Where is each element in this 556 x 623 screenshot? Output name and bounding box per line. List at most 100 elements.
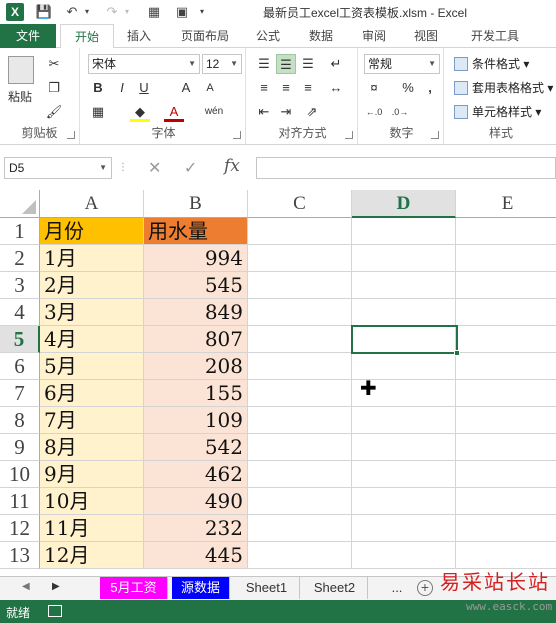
name-box[interactable]: D5 ▼ — [4, 157, 112, 179]
row-header-4[interactable]: 4 — [0, 299, 40, 326]
row-header-7[interactable]: 7 — [0, 380, 40, 407]
empty-cell[interactable] — [352, 461, 456, 488]
increase-indent-icon[interactable]: ⇥ — [276, 102, 296, 122]
cell-styles-button[interactable]: 单元格样式 ▾ — [452, 102, 541, 122]
phonetic-button[interactable]: wén — [204, 102, 224, 122]
empty-cell[interactable] — [248, 515, 352, 542]
wrap-text-icon[interactable]: ↵ — [326, 54, 346, 74]
comma-button[interactable]: , — [420, 78, 440, 98]
number-launcher-icon[interactable] — [431, 131, 439, 139]
merge-center-icon[interactable]: ↔ — [326, 78, 346, 98]
empty-cell[interactable] — [352, 245, 456, 272]
conditional-format-button[interactable]: 条件格式 ▾ — [452, 54, 529, 74]
formula-input[interactable] — [256, 157, 556, 179]
font-color-button[interactable]: A — [164, 102, 184, 122]
water-usage-cell[interactable]: 109 — [144, 407, 248, 434]
row-header-9[interactable]: 9 — [0, 434, 40, 461]
enter-icon[interactable]: ✓ — [184, 160, 197, 177]
more-sheets-button[interactable]: ... — [384, 577, 410, 599]
empty-cell[interactable] — [456, 542, 556, 569]
row-header-5[interactable]: 5 — [0, 326, 40, 353]
empty-cell[interactable] — [456, 488, 556, 515]
month-cell[interactable]: 9月 — [40, 461, 144, 488]
empty-cell[interactable] — [456, 434, 556, 461]
water-usage-cell[interactable]: 232 — [144, 515, 248, 542]
align-middle-icon[interactable]: ☰ — [276, 54, 296, 74]
sheet-nav-next-icon[interactable]: ▶ — [52, 581, 60, 592]
percent-button[interactable]: % — [398, 78, 418, 98]
select-all-button[interactable] — [0, 190, 40, 218]
empty-cell[interactable] — [456, 299, 556, 326]
accounting-format-icon[interactable]: ¤ — [364, 78, 384, 98]
water-usage-cell[interactable]: 445 — [144, 542, 248, 569]
font-launcher-icon[interactable] — [233, 131, 241, 139]
row-header-6[interactable]: 6 — [0, 353, 40, 380]
empty-cell[interactable] — [248, 461, 352, 488]
empty-cell[interactable] — [248, 542, 352, 569]
tab-insert[interactable]: 插入 — [116, 24, 162, 48]
row-header-13[interactable]: 13 — [0, 542, 40, 569]
italic-button[interactable]: I — [112, 78, 132, 98]
empty-cell[interactable] — [248, 245, 352, 272]
month-cell[interactable]: 6月 — [40, 380, 144, 407]
align-left-icon[interactable]: ≡ — [254, 78, 274, 98]
row-header-1[interactable]: 1 — [0, 218, 40, 245]
empty-cell[interactable] — [456, 245, 556, 272]
cancel-icon[interactable]: ✕ — [148, 160, 161, 177]
month-cell[interactable]: 5月 — [40, 353, 144, 380]
month-cell[interactable]: 8月 — [40, 434, 144, 461]
water-usage-cell[interactable]: 208 — [144, 353, 248, 380]
row-header-11[interactable]: 11 — [0, 488, 40, 515]
align-center-icon[interactable]: ≡ — [276, 78, 296, 98]
empty-cell[interactable] — [456, 515, 556, 542]
empty-cell[interactable] — [352, 299, 456, 326]
empty-cell[interactable] — [456, 461, 556, 488]
undo-dropdown-icon[interactable]: ▾ — [82, 3, 92, 21]
row-header-10[interactable]: 10 — [0, 461, 40, 488]
camera-icon[interactable]: ▣ — [172, 3, 192, 21]
sheet-tab-sheet1[interactable]: Sheet1 — [234, 577, 300, 599]
active-cell-d5[interactable] — [351, 325, 460, 356]
empty-cell[interactable] — [248, 353, 352, 380]
empty-cell[interactable] — [352, 542, 456, 569]
tab-developer[interactable]: 开发工具 — [460, 24, 530, 48]
paste-button[interactable]: 粘贴 — [8, 88, 32, 105]
sheet-tab-sheet2[interactable]: Sheet2 — [302, 577, 368, 599]
increase-decimal-icon[interactable]: ←.0 — [364, 102, 384, 122]
column-header-b[interactable]: B — [144, 190, 248, 218]
empty-cell[interactable] — [456, 272, 556, 299]
empty-cell[interactable] — [352, 488, 456, 515]
worksheet-grid[interactable]: A B C D E 1 月份 用水量 2 1月 994 3 2月 545 4 3月 849 5 4月 807… — [0, 190, 556, 574]
month-cell[interactable]: 3月 — [40, 299, 144, 326]
orientation-icon[interactable]: ⇗ — [302, 102, 322, 122]
empty-cell[interactable] — [248, 326, 352, 353]
empty-cell[interactable] — [352, 218, 456, 245]
alignment-launcher-icon[interactable] — [345, 131, 353, 139]
empty-cell[interactable] — [248, 299, 352, 326]
tab-file[interactable]: 文件 — [0, 24, 56, 48]
water-usage-cell[interactable]: 155 — [144, 380, 248, 407]
empty-cell[interactable] — [352, 434, 456, 461]
grow-font-button[interactable]: A — [176, 78, 196, 98]
tab-data[interactable]: 数据 — [300, 24, 342, 48]
empty-cell[interactable] — [248, 434, 352, 461]
underline-button[interactable]: U — [134, 78, 154, 98]
sheet-nav-prev-icon[interactable]: ◀ — [22, 581, 30, 592]
tab-home[interactable]: 开始 — [60, 24, 114, 49]
row-header-8[interactable]: 8 — [0, 407, 40, 434]
water-usage-cell[interactable]: 490 — [144, 488, 248, 515]
water-usage-cell[interactable]: 994 — [144, 245, 248, 272]
cut-icon[interactable]: ✂ — [44, 54, 64, 74]
font-size-select[interactable]: 12 ▼ — [202, 54, 242, 74]
tab-page-layout[interactable]: 页面布局 — [172, 24, 238, 48]
empty-cell[interactable] — [248, 407, 352, 434]
fill-color-icon[interactable]: ◆ — [130, 102, 150, 122]
border-icon[interactable]: ▦ — [88, 102, 108, 122]
align-right-icon[interactable]: ≡ — [298, 78, 318, 98]
empty-cell[interactable] — [248, 488, 352, 515]
empty-cell[interactable] — [456, 326, 556, 353]
align-top-icon[interactable]: ☰ — [254, 54, 274, 74]
print-preview-icon[interactable]: ▦ — [144, 3, 164, 21]
row-header-2[interactable]: 2 — [0, 245, 40, 272]
column-header-e[interactable]: E — [456, 190, 556, 218]
